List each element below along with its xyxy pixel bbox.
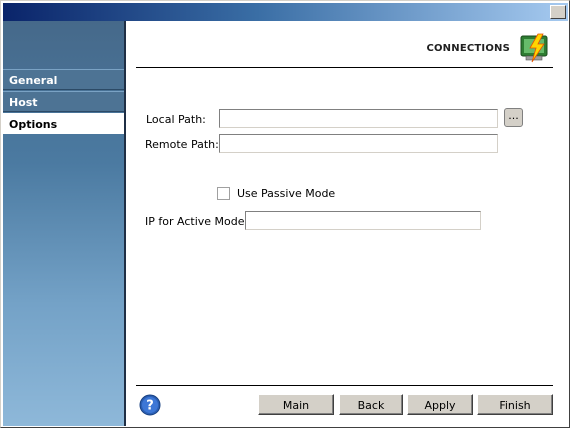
remote-path-label: Remote Path:	[145, 138, 219, 151]
local-path-label: Local Path:	[146, 113, 206, 126]
sidebar-item-general[interactable]: General	[3, 69, 124, 90]
sidebar-item-options[interactable]: Options	[3, 113, 124, 134]
footer-divider	[136, 385, 553, 386]
sidebar: General Host Options	[3, 21, 124, 426]
page-title: CONNECTIONS	[426, 43, 510, 54]
back-button[interactable]: Back	[339, 394, 403, 415]
passive-mode-label: Use Passive Mode	[237, 187, 336, 200]
sidebar-item-label: General	[9, 74, 58, 87]
title-bar[interactable]	[3, 3, 568, 21]
sidebar-item-label: Options	[9, 118, 58, 131]
connections-icon	[520, 33, 548, 63]
header-divider	[136, 67, 553, 68]
passive-mode-checkbox[interactable]	[217, 187, 230, 200]
wizard-window: General Host Options CONNECTIONS Local P…	[0, 0, 570, 428]
finish-button[interactable]: Finish	[477, 394, 553, 415]
close-button[interactable]	[550, 5, 566, 19]
apply-button[interactable]: Apply	[407, 394, 473, 415]
sidebar-item-label: Host	[9, 96, 38, 109]
ip-active-mode-input[interactable]	[245, 211, 481, 230]
main-button[interactable]: Main	[258, 394, 334, 415]
help-icon[interactable]: ?	[139, 394, 161, 416]
remote-path-input[interactable]	[219, 134, 498, 153]
content-panel: CONNECTIONS Local Path: ... Remote Path:…	[126, 21, 568, 426]
local-path-input[interactable]	[219, 109, 498, 128]
sidebar-item-host[interactable]: Host	[3, 91, 124, 112]
svg-text:?: ?	[146, 399, 154, 414]
browse-button[interactable]: ...	[504, 108, 523, 127]
ip-active-mode-label: IP for Active Mode:	[145, 215, 249, 228]
